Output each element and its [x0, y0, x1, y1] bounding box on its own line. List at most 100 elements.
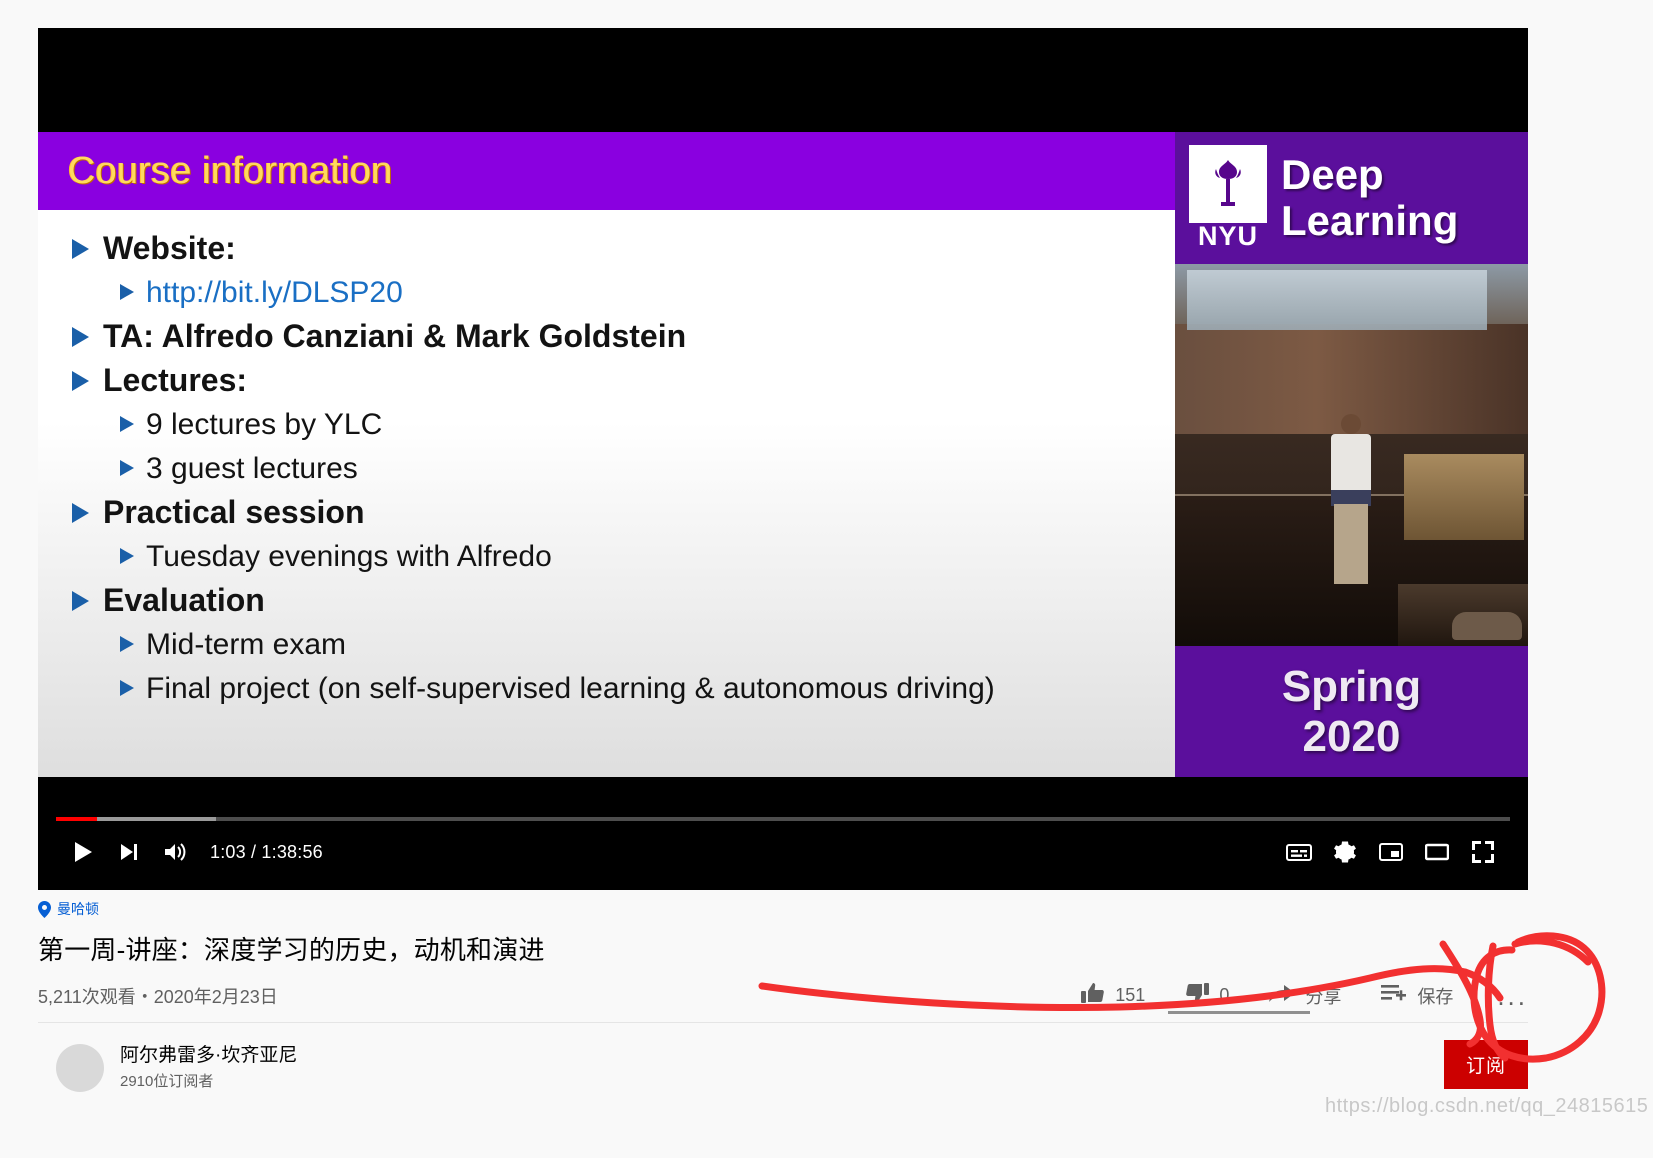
channel-name[interactable]: 阿尔弗雷多·坎齐亚尼 — [120, 1040, 297, 1067]
video-viewport[interactable]: Course information Website: http://bit.l… — [38, 28, 1528, 840]
fullscreen-icon[interactable] — [1460, 834, 1506, 870]
triangle-bullet-icon — [72, 503, 89, 523]
slide-bullet: Mid-term exam — [120, 624, 1165, 665]
channel-row: 阿尔弗雷多·坎齐亚尼 2910位订阅者 订阅 — [38, 1040, 1528, 1092]
theater-mode-icon[interactable] — [1414, 834, 1460, 870]
nyu-branding: NYU Deep Learning — [1175, 132, 1528, 264]
slide-bullet: Tuesday evenings with Alfredo — [120, 536, 1165, 577]
photo-table — [1404, 454, 1524, 540]
subscribe-button[interactable]: 订阅 — [1443, 1040, 1528, 1089]
slide-bullet-list: Website: http://bit.ly/DLSP20 TA: Alfred… — [72, 228, 1165, 712]
video-title: 第一周-讲座：深度学习的历史，动机和演进 — [38, 935, 545, 965]
slide-bullet-text: Mid-term exam — [146, 628, 347, 661]
triangle-bullet-icon — [120, 460, 134, 476]
triangle-bullet-icon — [120, 416, 134, 432]
share-button[interactable]: 分享 — [1269, 982, 1341, 1009]
share-arrow-icon — [1269, 982, 1296, 1009]
location-pin-icon — [38, 900, 51, 918]
triangle-bullet-icon — [120, 636, 134, 652]
photo-chairs — [1398, 584, 1528, 646]
playlist-add-icon — [1381, 983, 1407, 1008]
video-metadata: 曼哈顿 第一周-讲座：深度学习的历史，动机和演进 5,211次观看・2020年2… — [38, 898, 1528, 1010]
slide-branding-column: Y. LeCun — [1175, 132, 1528, 777]
slide-bullet-text: Website: — [103, 230, 236, 266]
action-buttons: 151 0 分享 保存 ... — [1041, 981, 1528, 1010]
view-count-and-date: 5,211次观看・2020年2月23日 — [38, 986, 278, 1007]
triangle-bullet-icon — [120, 548, 134, 564]
slide-bullet-text: TA: Alfredo Canziani & Mark Goldstein — [103, 318, 687, 354]
dislike-count: 0 — [1219, 985, 1230, 1005]
page-root: Course information Website: http://bit.l… — [0, 0, 1653, 1158]
lecturer-photo — [1175, 264, 1528, 646]
slide-bullet-text: Evaluation — [103, 582, 265, 618]
slide-bullet: 9 lectures by YLC — [120, 404, 1165, 445]
nyu-torch-icon — [1189, 144, 1267, 223]
photo-seat — [1452, 612, 1522, 640]
location-row[interactable]: 曼哈顿 — [38, 898, 1528, 920]
photo-torso — [1331, 434, 1371, 496]
triangle-bullet-icon — [72, 591, 89, 611]
slide-bullet-text: Practical session — [103, 494, 365, 530]
slide-bullet: http://bit.ly/DLSP20 — [120, 272, 1165, 313]
progress-played — [56, 817, 97, 821]
meta-stats-row: 5,211次观看・2020年2月23日 151 0 分享 保存 ... — [38, 981, 1528, 1010]
photo-projection-screen — [1187, 270, 1487, 330]
thumbs-up-icon — [1081, 981, 1105, 1010]
save-label: 保存 — [1417, 986, 1454, 1007]
play-icon[interactable] — [60, 834, 106, 870]
slide-bullet: Lectures: — [72, 360, 1165, 401]
more-options-button[interactable]: ... — [1497, 983, 1528, 1009]
course-brand-line1: Deep — [1281, 151, 1384, 198]
location-label[interactable]: 曼哈顿 — [57, 899, 99, 919]
channel-avatar[interactable] — [56, 1044, 104, 1092]
slide-bullet: TA: Alfredo Canziani & Mark Goldstein — [72, 316, 1165, 357]
controls-right-group — [1276, 834, 1506, 870]
dislike-button[interactable]: 0 — [1185, 981, 1229, 1010]
like-button[interactable]: 151 — [1081, 981, 1145, 1010]
video-player[interactable]: Course information Website: http://bit.l… — [38, 28, 1528, 890]
settings-gear-icon[interactable] — [1322, 834, 1368, 870]
slide-bullet-text: 3 guest lectures — [146, 452, 358, 485]
photo-head — [1341, 414, 1361, 434]
course-brand-line2: Learning — [1281, 197, 1459, 244]
triangle-bullet-icon — [72, 371, 89, 391]
presentation-slide: Course information Website: http://bit.l… — [38, 132, 1528, 777]
term-branding: Spring 2020 — [1175, 646, 1528, 777]
slide-title: Course information — [68, 149, 393, 192]
volume-icon[interactable] — [152, 834, 198, 870]
section-divider — [38, 1022, 1528, 1023]
slide-bullet: Practical session — [72, 492, 1165, 533]
nyu-wordmark: NYU — [1197, 220, 1258, 251]
course-brand-title: Deep Learning — [1281, 152, 1458, 244]
slide-bullet-text: 9 lectures by YLC — [146, 408, 383, 441]
slide-bullet-text: Final project (on self-supervised learni… — [146, 672, 995, 705]
nyu-logo: NYU — [1189, 144, 1267, 252]
save-button[interactable]: 保存 — [1381, 983, 1453, 1009]
slide-bullet-text: Lectures: — [103, 362, 248, 398]
slide-bullet-link: http://bit.ly/DLSP20 — [146, 276, 403, 309]
triangle-bullet-icon — [120, 284, 134, 300]
share-label: 分享 — [1305, 986, 1342, 1007]
triangle-bullet-icon — [72, 327, 89, 347]
like-ratio-bar — [1168, 1011, 1310, 1014]
time-display: 1:03 / 1:38:56 — [210, 841, 323, 862]
slide-title-banner: Course information — [38, 132, 1175, 210]
slide-bullet-text: Tuesday evenings with Alfredo — [146, 540, 552, 573]
progress-bar[interactable] — [56, 817, 1510, 821]
controls-left-group: 1:03 / 1:38:56 — [60, 834, 323, 870]
slide-bullet: Website: — [72, 228, 1165, 269]
slide-bullet: 3 guest lectures — [120, 448, 1165, 489]
channel-text: 阿尔弗雷多·坎齐亚尼 2910位订阅者 — [120, 1040, 297, 1091]
term-line1: Spring — [1281, 661, 1422, 711]
player-controls[interactable]: 1:03 / 1:38:56 — [38, 812, 1528, 890]
term-line2: 2020 — [1302, 711, 1401, 761]
triangle-bullet-icon — [120, 680, 134, 696]
miniplayer-icon[interactable] — [1368, 834, 1414, 870]
subscriber-count: 2910位订阅者 — [120, 1073, 214, 1090]
photo-lecturer — [1323, 414, 1377, 584]
blog-watermark: https://blog.csdn.net/qq_24815615 — [1325, 1095, 1649, 1117]
triangle-bullet-icon — [72, 239, 89, 259]
like-count: 151 — [1115, 985, 1146, 1005]
next-video-icon[interactable] — [106, 834, 152, 870]
subtitles-icon[interactable] — [1276, 834, 1322, 870]
